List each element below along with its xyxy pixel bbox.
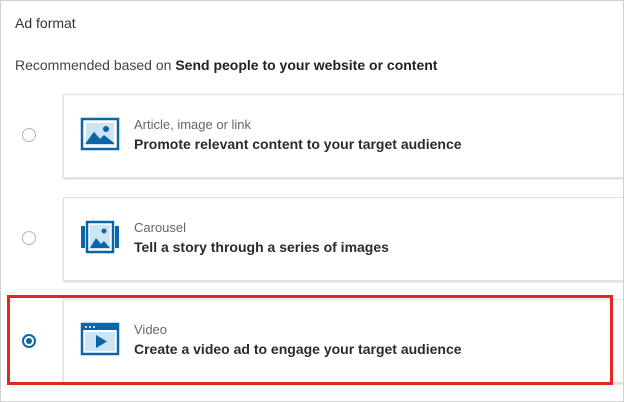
carousel-icon: [80, 220, 120, 256]
recommendation-objective: Send people to your website or content: [175, 57, 438, 73]
option-card-article-image-link[interactable]: Article, image or link Promote relevant …: [63, 94, 623, 178]
radio-article-image-link[interactable]: [22, 128, 36, 142]
option-card-carousel[interactable]: Carousel Tell a story through a series o…: [63, 197, 623, 281]
option-label: Article, image or link: [134, 117, 252, 132]
ad-format-panel: Ad format Recommended based on Send peop…: [0, 0, 624, 402]
image-icon: [80, 117, 120, 153]
section-title: Ad format: [15, 15, 76, 31]
option-label: Carousel: [134, 220, 187, 235]
option-description: Tell a story through a series of images: [134, 239, 389, 255]
recommendation-prefix: Recommended based on: [15, 57, 176, 73]
recommendation-text: Recommended based on Send people to your…: [15, 57, 437, 73]
option-description: Promote relevant content to your target …: [134, 136, 462, 152]
selection-highlight-box: [7, 295, 613, 385]
radio-carousel[interactable]: [22, 231, 36, 245]
